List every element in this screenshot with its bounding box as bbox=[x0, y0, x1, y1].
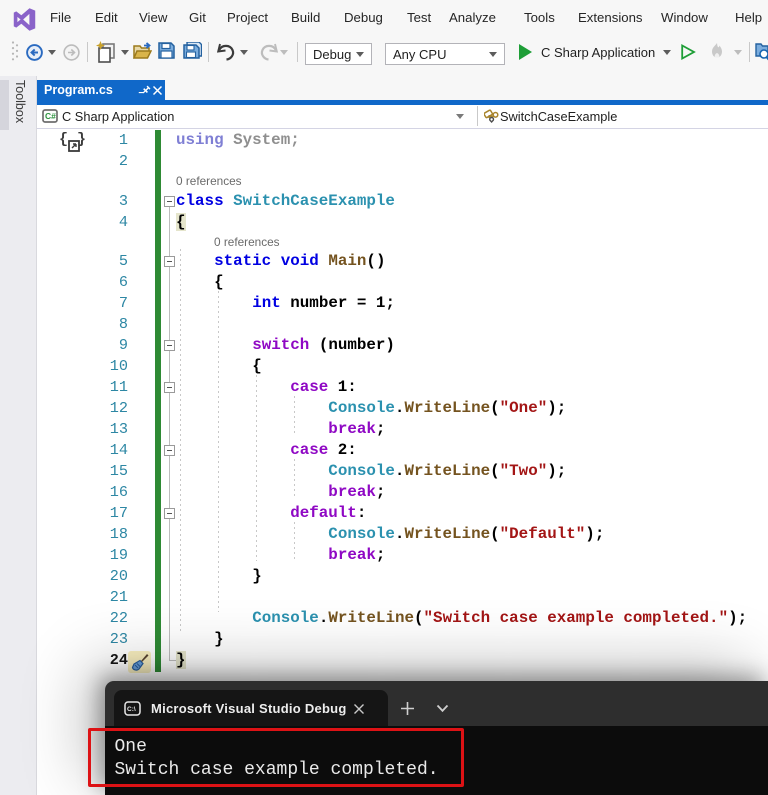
svg-text:C:\: C:\ bbox=[127, 706, 136, 713]
svg-text:C#: C# bbox=[45, 111, 56, 121]
